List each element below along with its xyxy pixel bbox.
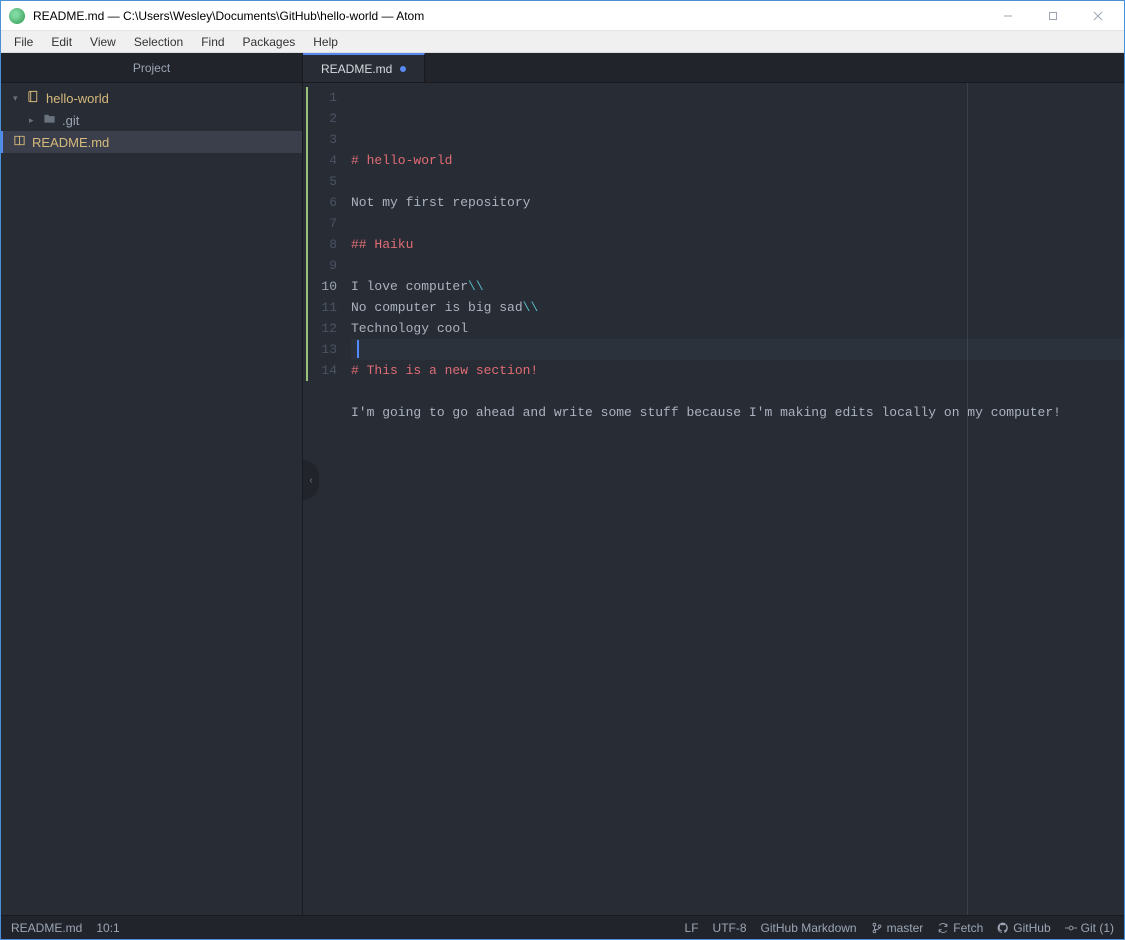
line-number: 14 — [303, 360, 337, 381]
code-line: # hello-world — [351, 150, 1124, 171]
status-grammar[interactable]: GitHub Markdown — [761, 921, 857, 935]
status-git[interactable]: Git (1) — [1065, 921, 1114, 935]
git-added-indicator — [306, 87, 308, 381]
cursor-caret — [357, 340, 359, 358]
statusbar: README.md 10:1 LF UTF-8 GitHub Markdown … — [1, 915, 1124, 939]
code-line: # This is a new section! — [351, 360, 1124, 381]
line-number: 9 — [303, 255, 337, 276]
code-area[interactable]: # hello-world Not my first repository ## H… — [345, 83, 1124, 915]
line-number: 13 — [303, 339, 337, 360]
code-line — [351, 423, 1124, 444]
tree-folder-git[interactable]: ▸ .git — [1, 109, 302, 131]
gutter: 1234567891011121314 — [303, 83, 345, 915]
code-line — [351, 213, 1124, 234]
text-editor[interactable]: 1234567891011121314 # hello-worldNot my … — [303, 83, 1124, 915]
modified-indicator-icon — [400, 66, 406, 72]
status-eol[interactable]: LF — [685, 921, 699, 935]
status-encoding[interactable]: UTF-8 — [713, 921, 747, 935]
menu-selection[interactable]: Selection — [125, 33, 192, 51]
project-tree: ▾ hello-world ▸ .git README.md — [1, 83, 302, 157]
workspace: Project ▾ hello-world ▸ .git READ — [1, 53, 1124, 915]
close-button[interactable] — [1075, 2, 1120, 30]
line-number: 11 — [303, 297, 337, 318]
sync-icon — [937, 922, 949, 934]
project-root[interactable]: ▾ hello-world — [1, 87, 302, 109]
tree-file-readme[interactable]: README.md — [1, 131, 302, 153]
project-panel-title: Project — [1, 53, 302, 83]
code-line: ## Haiku — [351, 234, 1124, 255]
code-line — [351, 255, 1124, 276]
line-number: 12 — [303, 318, 337, 339]
tree-item-label: README.md — [32, 135, 109, 150]
code-line — [351, 339, 1124, 360]
status-cursor[interactable]: 10:1 — [96, 921, 119, 935]
branch-icon — [871, 922, 883, 934]
atom-icon — [9, 8, 25, 24]
code-line — [351, 381, 1124, 402]
window-controls — [985, 2, 1120, 30]
line-number: 5 — [303, 171, 337, 192]
maximize-button[interactable] — [1030, 2, 1075, 30]
editor-panel: README.md 1234567891011121314 # hello-wo… — [303, 53, 1124, 915]
line-number: 7 — [303, 213, 337, 234]
folder-icon — [43, 112, 56, 128]
status-branch[interactable]: master — [871, 921, 924, 935]
git-commit-icon — [1065, 922, 1077, 934]
titlebar: README.md — C:\Users\Wesley\Documents\Gi… — [1, 1, 1124, 31]
project-root-label: hello-world — [46, 91, 109, 106]
line-number: 6 — [303, 192, 337, 213]
line-number: 3 — [303, 129, 337, 150]
project-panel: Project ▾ hello-world ▸ .git READ — [1, 53, 303, 915]
line-number: 2 — [303, 108, 337, 129]
status-fetch[interactable]: Fetch — [937, 921, 983, 935]
code-line: No computer is big sad\\ — [351, 297, 1124, 318]
line-number: 8 — [303, 234, 337, 255]
code-line: Not my first repository — [351, 192, 1124, 213]
tab-readme[interactable]: README.md — [303, 53, 425, 82]
tab-bar: README.md — [303, 53, 1124, 83]
code-line: I love computer\\ — [351, 276, 1124, 297]
repo-icon — [27, 90, 40, 106]
code-line: I'm going to go ahead and write some stu… — [351, 402, 1124, 423]
menubar: FileEditViewSelectionFindPackagesHelp — [1, 31, 1124, 53]
menu-view[interactable]: View — [81, 33, 125, 51]
menu-packages[interactable]: Packages — [234, 33, 305, 51]
book-icon — [13, 134, 26, 150]
menu-edit[interactable]: Edit — [42, 33, 81, 51]
line-number: 10 — [303, 276, 337, 297]
menu-find[interactable]: Find — [192, 33, 233, 51]
minimize-button[interactable] — [985, 2, 1030, 30]
github-icon — [997, 922, 1009, 934]
line-number: 4 — [303, 150, 337, 171]
menu-help[interactable]: Help — [304, 33, 347, 51]
wrap-guide — [967, 83, 968, 915]
status-github[interactable]: GitHub — [997, 921, 1050, 935]
code-line — [351, 171, 1124, 192]
chevron-down-icon: ▾ — [13, 93, 23, 104]
status-file[interactable]: README.md — [11, 921, 82, 935]
line-number: 1 — [303, 87, 337, 108]
tree-item-label: .git — [62, 113, 79, 128]
code-line: Technology cool — [351, 318, 1124, 339]
window-title: README.md — C:\Users\Wesley\Documents\Gi… — [33, 9, 985, 23]
chevron-right-icon: ▸ — [29, 115, 39, 126]
menu-file[interactable]: File — [5, 33, 42, 51]
tab-label: README.md — [321, 62, 392, 76]
